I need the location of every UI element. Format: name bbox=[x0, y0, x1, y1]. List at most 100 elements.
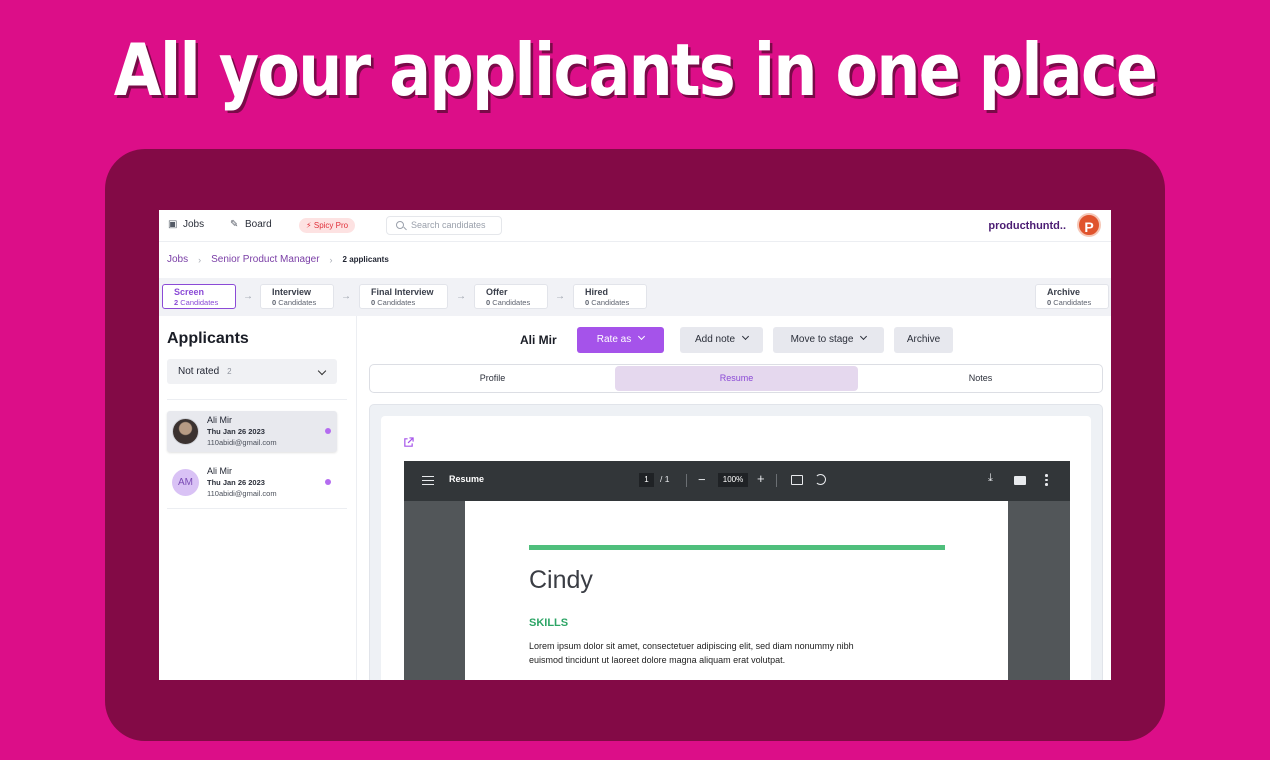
stage-count-suffix: Candidates bbox=[278, 298, 317, 307]
stage-count-suffix: Candidates bbox=[1053, 298, 1092, 307]
stage-count: 0 bbox=[585, 298, 590, 307]
pdf-toolbar: Resume 1 / 1 − 100% + ⤓ bbox=[404, 461, 1070, 501]
breadcrumb-jobs[interactable]: Jobs bbox=[167, 254, 188, 265]
applicant-item[interactable]: AM Ali Mir Thu Jan 26 2023 110abidi@gmai… bbox=[167, 462, 337, 503]
avatar bbox=[172, 418, 199, 445]
applicant-date: Thu Jan 26 2023 bbox=[207, 427, 265, 436]
download-icon[interactable]: ⤓ bbox=[988, 472, 993, 485]
divider bbox=[167, 399, 347, 400]
print-icon[interactable] bbox=[1014, 476, 1026, 485]
zoom-out-icon[interactable]: − bbox=[698, 473, 706, 486]
detail-tabs: Profile Resume Notes bbox=[369, 364, 1103, 393]
stage-count-suffix: Candidates bbox=[180, 298, 219, 307]
search-placeholder: Search candidates bbox=[411, 220, 486, 230]
breadcrumb-job[interactable]: Senior Product Manager bbox=[211, 254, 319, 265]
pdf-viewer[interactable]: Resume 1 / 1 − 100% + ⤓ Cindy SKILLS Lor… bbox=[404, 461, 1070, 680]
applicant-item[interactable]: Ali Mir Thu Jan 26 2023 110abidi@gmail.c… bbox=[167, 411, 337, 452]
tab-notes[interactable]: Notes bbox=[859, 366, 1102, 391]
rating-filter-dropdown[interactable]: Not rated 2 bbox=[167, 359, 337, 384]
rate-as-label: Rate as bbox=[596, 334, 632, 345]
arrow-right-icon: → bbox=[243, 291, 253, 302]
external-link-icon[interactable] bbox=[403, 437, 414, 448]
stage-bar: Screen 2 Candidates → Interview 0 Candid… bbox=[159, 278, 1111, 316]
toolbar-divider bbox=[686, 474, 687, 487]
stage-archive[interactable]: Archive 0 Candidates bbox=[1035, 284, 1109, 309]
stage-count: 0 bbox=[272, 298, 277, 307]
pdf-page: Cindy SKILLS Lorem ipsum dolor sit amet,… bbox=[465, 501, 1008, 680]
stage-count: 2 bbox=[174, 298, 179, 307]
chevron-down-icon bbox=[317, 366, 327, 376]
archive-button[interactable]: Archive bbox=[894, 327, 953, 353]
briefcase-icon: ▣ bbox=[168, 218, 178, 230]
stage-interview[interactable]: Interview 0 Candidates bbox=[260, 284, 334, 309]
stage-name: Offer bbox=[486, 287, 508, 297]
applicant-email: 110abidi@gmail.com bbox=[207, 489, 277, 498]
pdf-title: Resume bbox=[449, 474, 485, 484]
chevron-down-icon bbox=[638, 332, 646, 341]
unread-dot bbox=[325, 428, 331, 434]
org-avatar[interactable]: P bbox=[1077, 213, 1101, 237]
toolbar-divider bbox=[776, 474, 777, 487]
zoom-in-icon[interactable]: + bbox=[757, 472, 765, 485]
stage-count: 0 bbox=[486, 298, 491, 307]
search-icon bbox=[396, 221, 404, 229]
resume-accent-line bbox=[529, 545, 945, 550]
arrow-right-icon: → bbox=[555, 291, 565, 302]
stage-screen[interactable]: Screen 2 Candidates bbox=[162, 284, 236, 309]
chevron-right-icon: › bbox=[329, 254, 333, 265]
page-total: / 1 bbox=[660, 474, 670, 484]
nav-board[interactable]: ✎ Board bbox=[230, 219, 272, 230]
org-name[interactable]: producthuntd.. bbox=[988, 220, 1066, 232]
zoom-input[interactable]: 100% bbox=[718, 473, 748, 487]
rotate-icon[interactable] bbox=[815, 474, 826, 485]
more-options-icon[interactable] bbox=[1045, 474, 1048, 487]
fit-page-icon[interactable] bbox=[791, 475, 803, 485]
stage-count-suffix: Candidates bbox=[377, 298, 416, 307]
stage-name: Screen bbox=[174, 287, 205, 297]
stage-final-interview[interactable]: Final Interview 0 Candidates bbox=[359, 284, 448, 309]
stage-name: Hired bbox=[585, 287, 609, 297]
avatar: AM bbox=[172, 469, 199, 496]
add-note-button[interactable]: Add note bbox=[680, 327, 763, 353]
stage-name: Final Interview bbox=[371, 287, 434, 297]
headline: All your applicants in one place bbox=[113, 28, 1158, 112]
search-input[interactable]: Search candidates bbox=[386, 216, 502, 235]
pro-badge-label: Spicy Pro bbox=[313, 221, 349, 230]
nav-board-label: Board bbox=[245, 219, 272, 230]
chevron-down-icon bbox=[741, 332, 750, 341]
move-to-stage-button[interactable]: Move to stage bbox=[773, 327, 884, 353]
stage-offer[interactable]: Offer 0 Candidates bbox=[474, 284, 548, 309]
nav-jobs-label: Jobs bbox=[183, 219, 205, 230]
filter-count: 2 bbox=[227, 367, 232, 376]
tab-resume[interactable]: Resume bbox=[615, 366, 858, 391]
applicant-name: Ali Mir bbox=[207, 466, 232, 476]
bolt-icon: ⚡ bbox=[306, 221, 312, 230]
breadcrumb: Jobs › Senior Product Manager › 2 applic… bbox=[167, 254, 389, 265]
nav-jobs[interactable]: ▣ Jobs bbox=[168, 219, 204, 230]
stage-count-suffix: Candidates bbox=[591, 298, 630, 307]
unread-dot bbox=[325, 479, 331, 485]
stage-hired[interactable]: Hired 0 Candidates bbox=[573, 284, 647, 309]
stage-name: Interview bbox=[272, 287, 312, 297]
arrow-right-icon: → bbox=[456, 291, 466, 302]
stage-count: 0 bbox=[371, 298, 376, 307]
resume-body-text: Lorem ipsum dolor sit amet, consectetuer… bbox=[529, 641, 854, 665]
pro-badge[interactable]: ⚡ Spicy Pro bbox=[299, 218, 356, 233]
rate-as-button[interactable]: Rate as bbox=[577, 327, 664, 353]
filter-label: Not rated bbox=[178, 366, 220, 377]
add-note-label: Add note bbox=[694, 334, 736, 345]
divider bbox=[167, 508, 347, 509]
applicant-email: 110abidi@gmail.com bbox=[207, 438, 277, 447]
chevron-right-icon: › bbox=[198, 254, 202, 265]
stage-name: Archive bbox=[1047, 287, 1081, 297]
chevron-down-icon bbox=[860, 332, 868, 341]
stage-count-suffix: Candidates bbox=[492, 298, 531, 307]
page-number-input[interactable]: 1 bbox=[639, 473, 654, 487]
stage-count: 0 bbox=[1047, 298, 1052, 307]
top-nav: ▣ Jobs ✎ Board ⚡ Spicy Pro Search candid… bbox=[159, 210, 1111, 242]
applicants-panel: Applicants Not rated 2 Ali Mir Thu Jan 26… bbox=[159, 316, 357, 680]
menu-icon[interactable] bbox=[422, 476, 434, 485]
breadcrumb-current: 2 applicants bbox=[342, 255, 389, 264]
candidate-name: Ali Mir bbox=[520, 333, 557, 347]
tab-profile[interactable]: Profile bbox=[371, 366, 614, 391]
